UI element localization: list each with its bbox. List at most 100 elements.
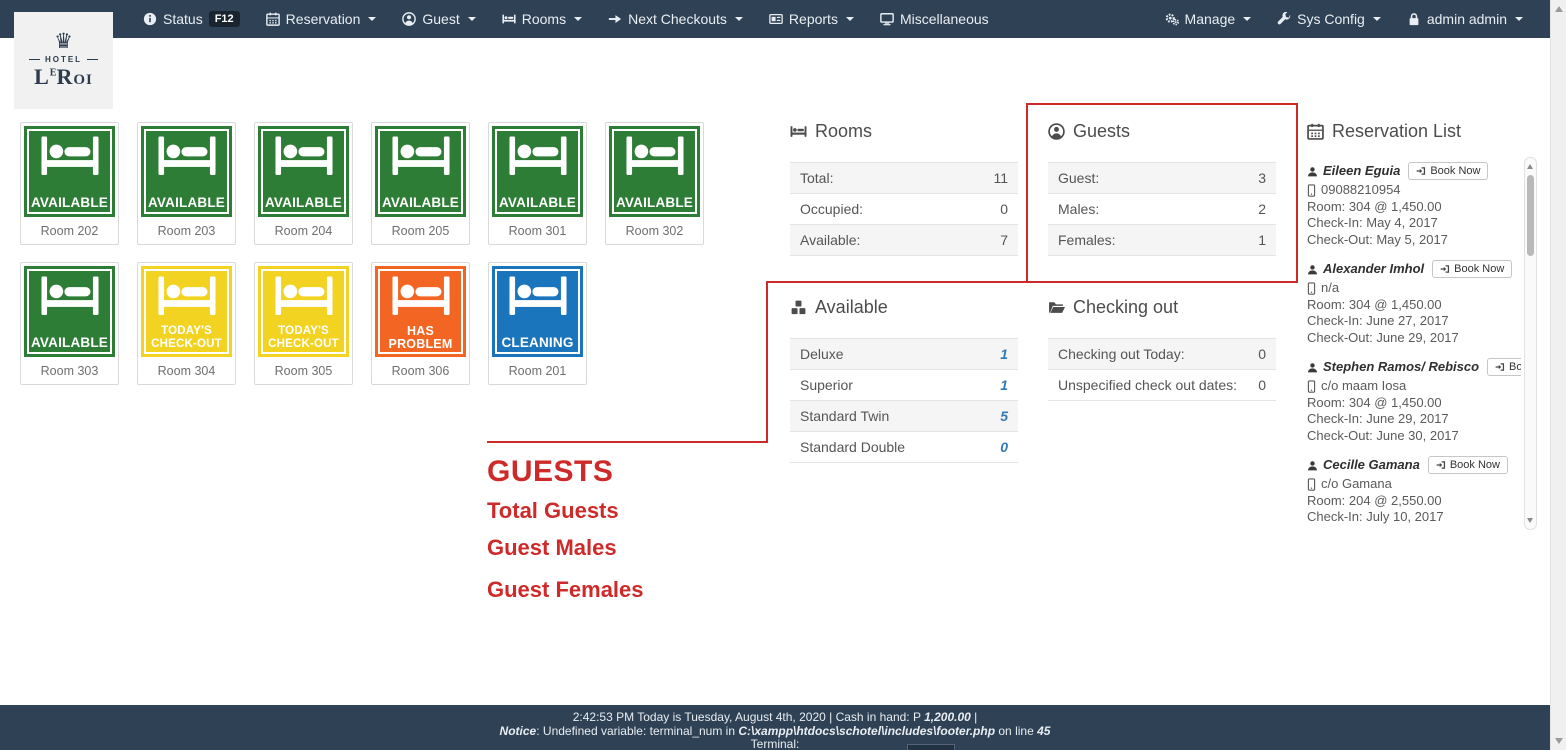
room-tile-302[interactable]: AVAILABLE Room 302 <box>605 122 704 245</box>
row-value: 0 <box>1000 201 1008 217</box>
room-tile-303[interactable]: AVAILABLE Room 303 <box>20 262 119 385</box>
book-now-button[interactable]: Book Now <box>1428 456 1508 474</box>
sign-in-icon <box>1495 362 1505 372</box>
row-label: Females: <box>1058 232 1116 248</box>
summary-row: Standard Twin 5 <box>790 400 1018 431</box>
room-tile-304[interactable]: TODAY'S CHECK-OUT Room 304 <box>137 262 236 385</box>
nav-guest[interactable]: Guest <box>389 11 488 27</box>
book-now-label: Book Now <box>1454 263 1504 275</box>
row-value: 2 <box>1258 201 1266 217</box>
nav-user-label: admin admin <box>1427 11 1507 27</box>
room-status-label: AVAILABLE <box>29 336 110 349</box>
bed-icon <box>39 135 101 179</box>
row-value: 7 <box>1000 232 1008 248</box>
scroll-down-arrow-icon[interactable] <box>1555 738 1563 744</box>
chevron-down-icon <box>368 17 376 21</box>
nav-sys-config[interactable]: Sys Config <box>1264 11 1394 27</box>
reservation-check-in: Check-In: June 27, 2017 <box>1307 313 1521 330</box>
book-now-button[interactable]: Book Now <box>1432 260 1512 278</box>
scroll-up-arrow-icon[interactable] <box>1555 6 1563 12</box>
summary-row: Deluxe 1 <box>790 338 1018 369</box>
nav-miscellaneous[interactable]: Miscellaneous <box>867 11 1002 27</box>
nav-user-menu[interactable]: admin admin <box>1394 11 1536 27</box>
scrollbar-thumb[interactable] <box>1527 175 1534 256</box>
reservation-room: Room: 204 @ 2,550.00 <box>1307 493 1521 510</box>
wrench-icon <box>1277 12 1291 26</box>
room-caption: Room 302 <box>609 217 700 241</box>
guests-summary-list: Guest: 3 Males: 2 Females: 1 <box>1048 162 1276 256</box>
nav-reports[interactable]: Reports <box>756 11 867 27</box>
nav-reservation[interactable]: Reservation <box>253 11 390 27</box>
mobile-phone-icon <box>1307 282 1316 295</box>
guest-name: Alexander Imhol <box>1323 261 1424 278</box>
book-now-label: Book Now <box>1450 459 1500 471</box>
reservation-list-scrollbar[interactable] <box>1524 157 1537 530</box>
terminal-input[interactable] <box>907 744 955 750</box>
guest-phone-row: 09088210954 <box>1307 182 1521 199</box>
mobile-phone-icon <box>1307 380 1316 393</box>
room-status-image: AVAILABLE <box>24 126 115 217</box>
room-tile-305[interactable]: TODAY'S CHECK-OUT Room 305 <box>254 262 353 385</box>
page-scrollbar[interactable] <box>1550 0 1566 750</box>
row-label: Deluxe <box>800 346 844 362</box>
lock-icon <box>1407 12 1421 26</box>
guest-name: Eileen Eguia <box>1323 163 1400 180</box>
row-value: 0 <box>1000 439 1008 455</box>
room-tile-202[interactable]: AVAILABLE Room 202 <box>20 122 119 245</box>
reservation-entry: Alexander Imhol Book Now n/a Room: 304 @… <box>1307 260 1521 346</box>
navbar-left: Status F12 Reservation Guest Rooms Next … <box>130 11 1002 27</box>
row-label: Unspecified check out dates: <box>1058 377 1237 393</box>
nav-next-checkouts[interactable]: Next Checkouts <box>595 11 756 27</box>
guests-summary-panel: Guests Guest: 3 Males: 2 Females: 1 <box>1048 120 1276 256</box>
reservation-name-row: Cecille Gamana Book Now <box>1307 456 1521 474</box>
nav-manage-label: Manage <box>1185 11 1236 27</box>
book-now-button[interactable]: Book Now <box>1408 162 1488 180</box>
arrow-right-icon <box>608 12 622 26</box>
summary-row: Total: 11 <box>790 162 1018 193</box>
guest-name: Stephen Ramos/ Rebisco <box>1323 359 1479 376</box>
row-label: Checking out Today: <box>1058 346 1185 362</box>
user-icon <box>1307 166 1318 177</box>
bed-icon <box>390 275 452 319</box>
room-caption: Room 205 <box>375 217 466 241</box>
hotel-logo[interactable]: ♛ HOTEL LERoi <box>14 12 113 109</box>
room-status-image: AVAILABLE <box>609 126 700 217</box>
room-tile-204[interactable]: AVAILABLE Room 204 <box>254 122 353 245</box>
guest-phone-row: n/a <box>1307 280 1521 297</box>
reservation-entries: Eileen Eguia Book Now 09088210954 Room: … <box>1307 162 1521 534</box>
chevron-down-icon <box>1373 17 1381 21</box>
room-tile-306[interactable]: HAS PROBLEM Room 306 <box>371 262 470 385</box>
logo-initial: L <box>34 64 50 89</box>
scroll-down-arrow-icon[interactable] <box>1527 518 1533 523</box>
summary-row: Occupied: 0 <box>790 193 1018 224</box>
nav-manage[interactable]: Manage <box>1152 11 1265 27</box>
nav-miscellaneous-label: Miscellaneous <box>900 11 989 27</box>
nav-rooms[interactable]: Rooms <box>489 11 595 27</box>
logo-rest: Roi <box>56 64 92 89</box>
row-value: 0 <box>1258 346 1266 362</box>
bed-icon <box>273 275 335 319</box>
bed-icon <box>790 123 807 140</box>
room-tile-301[interactable]: AVAILABLE Room 301 <box>488 122 587 245</box>
rooms-panel-title-text: Rooms <box>815 120 872 142</box>
summary-row: Guest: 3 <box>1048 162 1276 193</box>
room-tile-205[interactable]: AVAILABLE Room 205 <box>371 122 470 245</box>
chevron-down-icon <box>468 17 476 21</box>
status-footer: 2:42:53 PM Today is Tuesday, August 4th,… <box>0 705 1550 750</box>
book-now-button[interactable]: Book Now <box>1487 358 1521 376</box>
reservation-check-in: Check-In: June 29, 2017 <box>1307 411 1521 428</box>
room-tiles-grid: AVAILABLE Room 202 AVAILABLE Room 203 AV… <box>20 122 704 402</box>
row-value: 1 <box>1000 377 1008 393</box>
room-status-label: CLEANING <box>497 336 578 349</box>
room-tile-201[interactable]: CLEANING Room 201 <box>488 262 587 385</box>
crown-icon: ♛ <box>54 31 73 52</box>
sign-in-icon <box>1440 264 1450 274</box>
nav-status[interactable]: Status F12 <box>130 11 253 27</box>
notice-text: : Undefined variable: terminal_num in <box>536 724 738 738</box>
logo-dash <box>87 59 98 60</box>
reservation-entry: Eileen Eguia Book Now 09088210954 Room: … <box>1307 162 1521 248</box>
summary-row: Available: 7 <box>790 224 1018 255</box>
room-tile-203[interactable]: AVAILABLE Room 203 <box>137 122 236 245</box>
row-label: Occupied: <box>800 201 863 217</box>
scroll-up-arrow-icon[interactable] <box>1527 164 1533 169</box>
